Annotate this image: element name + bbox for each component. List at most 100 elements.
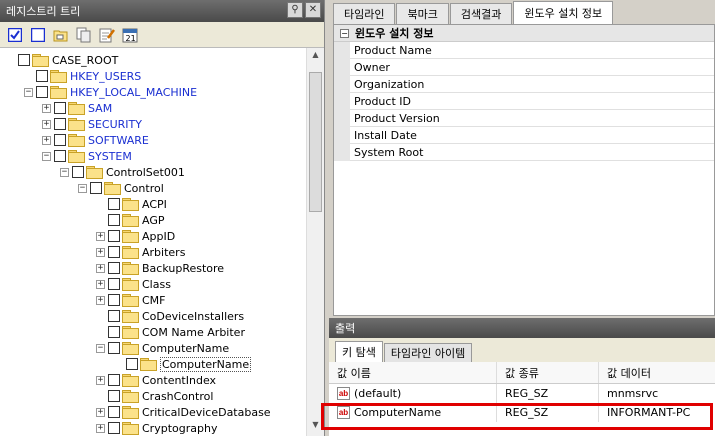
tree-node[interactable]: + Arbiters (96, 244, 185, 260)
value-row[interactable]: ab ComputerName REG_SZ INFORMANT-PC (329, 403, 715, 422)
tab-0[interactable]: 타임라인 (333, 3, 396, 24)
tree-node-checkbox[interactable] (54, 134, 66, 146)
tree-node[interactable]: − Control (78, 180, 164, 196)
tree-node[interactable]: + Cryptography (96, 420, 217, 436)
collapse-icon[interactable]: − (96, 343, 105, 353)
expand-icon[interactable]: + (96, 375, 105, 385)
tree-node-checkbox[interactable] (108, 374, 120, 386)
tree-node-checkbox[interactable] (54, 150, 66, 162)
tree-node-checkbox[interactable] (90, 182, 102, 194)
value-row[interactable]: ab (default) REG_SZ mnmsrvc (329, 384, 715, 403)
tree-node-checkbox[interactable] (108, 294, 120, 306)
tree-node-checkbox[interactable] (108, 326, 120, 338)
tree-node[interactable]: AGP (96, 212, 165, 228)
tree-node-checkbox[interactable] (108, 230, 120, 242)
tree-node-checkbox[interactable] (54, 102, 66, 114)
expand-icon[interactable]: + (96, 295, 105, 305)
tree-node[interactable]: + CriticalDeviceDatabase (96, 404, 271, 420)
tree-node[interactable]: + BackupRestore (96, 260, 224, 276)
tree-node[interactable]: ACPI (96, 196, 167, 212)
value-type: REG_SZ (497, 384, 599, 403)
collapse-icon[interactable]: − (42, 151, 51, 161)
tree-node[interactable]: − HKEY_LOCAL_MACHINE (24, 84, 197, 100)
tree-node-checkbox[interactable] (108, 310, 120, 322)
folder-icon (122, 294, 139, 307)
tree-node[interactable]: + CMF (96, 292, 166, 308)
edit-note-icon[interactable] (98, 26, 116, 44)
copy-icon[interactable] (75, 26, 93, 44)
property-row[interactable]: Owner (334, 59, 714, 76)
expand-icon[interactable]: + (42, 103, 51, 113)
expand-icon[interactable]: + (96, 279, 105, 289)
open-folder-icon[interactable] (52, 26, 70, 44)
tree-node-checkbox[interactable] (36, 86, 48, 98)
tree-node[interactable]: + ContentIndex (96, 372, 216, 388)
output-tab-1[interactable]: 타임라인 아이템 (383, 343, 473, 362)
property-row[interactable]: System Root (334, 144, 714, 161)
property-row[interactable]: Organization (334, 76, 714, 93)
expand-icon[interactable]: + (96, 423, 105, 433)
property-row[interactable]: Product Version (334, 110, 714, 127)
expand-icon[interactable]: + (42, 119, 51, 129)
property-group-header[interactable]: − 윈도우 설치 정보 (334, 25, 714, 42)
tree-node-label: CrashControl (142, 389, 214, 403)
tree-node-checkbox[interactable] (108, 278, 120, 290)
collapse-icon[interactable]: − (60, 167, 69, 177)
property-row[interactable]: Product ID (334, 93, 714, 110)
output-tab-0[interactable]: 키 탐색 (335, 341, 383, 362)
tree-node[interactable]: + Class (96, 276, 171, 292)
close-icon[interactable]: ✕ (305, 2, 321, 18)
scroll-up-icon[interactable]: ▲ (309, 50, 322, 62)
tab-2[interactable]: 검색결과 (449, 3, 513, 24)
column-header-name[interactable]: 값 이름 (329, 362, 497, 383)
expand-icon[interactable]: + (42, 135, 51, 145)
column-header-type[interactable]: 값 종류 (497, 362, 599, 383)
tree-node[interactable]: CASE_ROOT (6, 52, 118, 68)
collapse-icon[interactable]: − (24, 87, 33, 97)
tab-3[interactable]: 윈도우 설치 정보 (513, 1, 614, 24)
tree-node[interactable]: − ControlSet001 (60, 164, 185, 180)
tree-node[interactable]: ComputerName (114, 356, 252, 372)
tree-node[interactable]: COM Name Arbiter (96, 324, 245, 340)
tree-node-checkbox[interactable] (108, 214, 120, 226)
tree-node[interactable]: + SOFTWARE (42, 132, 149, 148)
expand-icon[interactable]: + (96, 263, 105, 273)
tree-node[interactable]: CrashControl (96, 388, 213, 404)
uncheck-all-icon[interactable] (29, 26, 47, 44)
tree-node[interactable]: HKEY_USERS (24, 68, 141, 84)
tree-node[interactable]: + AppID (96, 228, 175, 244)
tree-node[interactable]: − SYSTEM (42, 148, 132, 164)
tree-node-checkbox[interactable] (108, 246, 120, 258)
collapse-icon[interactable]: − (78, 183, 87, 193)
expand-icon[interactable]: + (96, 231, 105, 241)
tree-node-checkbox[interactable] (18, 54, 30, 66)
tree-node[interactable]: CoDeviceInstallers (96, 308, 244, 324)
tree-node-checkbox[interactable] (126, 358, 138, 370)
tree-node-checkbox[interactable] (108, 422, 120, 434)
tree-node-checkbox[interactable] (108, 390, 120, 402)
tree-node-checkbox[interactable] (108, 262, 120, 274)
scroll-down-icon[interactable]: ▼ (309, 420, 322, 432)
tree-scrollbar[interactable]: ▲ ▼ (306, 48, 324, 436)
tree-node-checkbox[interactable] (108, 406, 120, 418)
check-all-icon[interactable] (6, 26, 24, 44)
expand-icon[interactable]: + (96, 407, 105, 417)
scroll-thumb[interactable] (309, 72, 322, 212)
tree-node-checkbox[interactable] (108, 198, 120, 210)
tree-node-checkbox[interactable] (72, 166, 84, 178)
tree-node-checkbox[interactable] (108, 342, 120, 354)
calendar-icon[interactable]: 21 (121, 26, 139, 44)
tree-node-checkbox[interactable] (54, 118, 66, 130)
property-row[interactable]: Product Name (334, 42, 714, 59)
expand-icon[interactable]: + (96, 247, 105, 257)
pin-icon[interactable]: ⚲ (287, 2, 303, 18)
tree-node[interactable]: − ComputerName (96, 340, 229, 356)
property-row[interactable]: Install Date (334, 127, 714, 144)
tab-1[interactable]: 북마크 (396, 3, 449, 24)
column-header-data[interactable]: 값 데이터 (599, 362, 715, 383)
collapse-icon[interactable]: − (340, 28, 349, 38)
tree-node[interactable]: + SAM (42, 100, 112, 116)
tree-node-checkbox[interactable] (36, 70, 48, 82)
value-name: (default) (354, 387, 402, 400)
tree-node[interactable]: + SECURITY (42, 116, 142, 132)
